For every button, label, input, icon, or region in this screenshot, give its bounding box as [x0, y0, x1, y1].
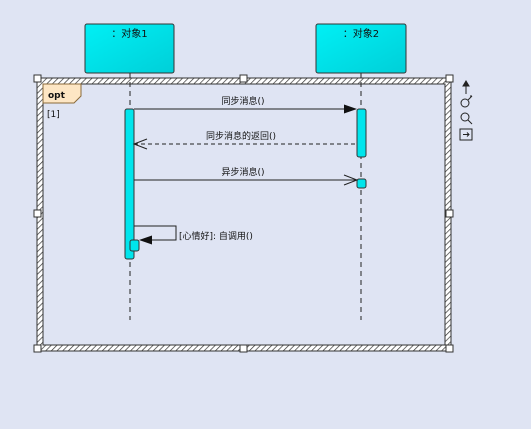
selection-handles[interactable] — [33, 74, 454, 353]
message-sync[interactable]: 同步消息() — [134, 95, 357, 114]
handle-top-right[interactable] — [445, 74, 454, 83]
activation-obj1-self[interactable] — [129, 239, 140, 252]
activation-obj2-sync[interactable] — [356, 108, 367, 158]
diagram-toolbar[interactable] — [459, 80, 473, 141]
object-label: ：对象1 — [111, 27, 147, 40]
message-label: [心情好]: 自调用() — [179, 230, 253, 242]
fit-icon[interactable] — [459, 128, 473, 141]
message-label: 异步消息() — [221, 166, 264, 178]
filled-arrowhead-icon — [344, 104, 357, 114]
message-label: 同步消息() — [221, 95, 264, 107]
handle-top-center[interactable] — [239, 74, 248, 83]
zoom-icon[interactable] — [460, 112, 473, 125]
handle-bottom-right[interactable] — [445, 344, 454, 353]
object-obj1[interactable]: ：对象1 — [84, 23, 175, 74]
sequence-diagram-canvas: opt [1] ：对象1 ：对象2 同步消息() 同步消息的返回() 异步消息(… — [33, 23, 473, 353]
fragment-guard: [1] — [47, 110, 60, 120]
link-icon[interactable] — [460, 95, 473, 108]
handle-top-left[interactable] — [33, 74, 42, 83]
object-label: ：对象2 — [343, 27, 379, 40]
activation-obj1[interactable] — [124, 108, 135, 260]
filled-arrowhead-icon — [139, 235, 152, 245]
activation-obj2-async[interactable] — [356, 178, 367, 189]
message-label: 同步消息的返回() — [206, 130, 276, 142]
opt-fragment[interactable]: opt [1] — [36, 77, 452, 352]
fragment-hatched-border — [36, 77, 452, 352]
handle-bottom-left[interactable] — [33, 344, 42, 353]
arrow-up-icon[interactable] — [462, 80, 470, 94]
handle-mid-left[interactable] — [33, 209, 42, 218]
fragment-operator-label: opt — [48, 91, 66, 101]
message-async[interactable]: 异步消息() — [134, 166, 359, 186]
handle-bottom-center[interactable] — [239, 344, 248, 353]
message-self[interactable]: [心情好]: 自调用() — [134, 225, 253, 245]
message-line — [134, 225, 177, 241]
message-return[interactable]: 同步消息的返回() — [132, 130, 357, 150]
handle-mid-right[interactable] — [445, 209, 454, 218]
object-obj2[interactable]: ：对象2 — [315, 23, 407, 74]
